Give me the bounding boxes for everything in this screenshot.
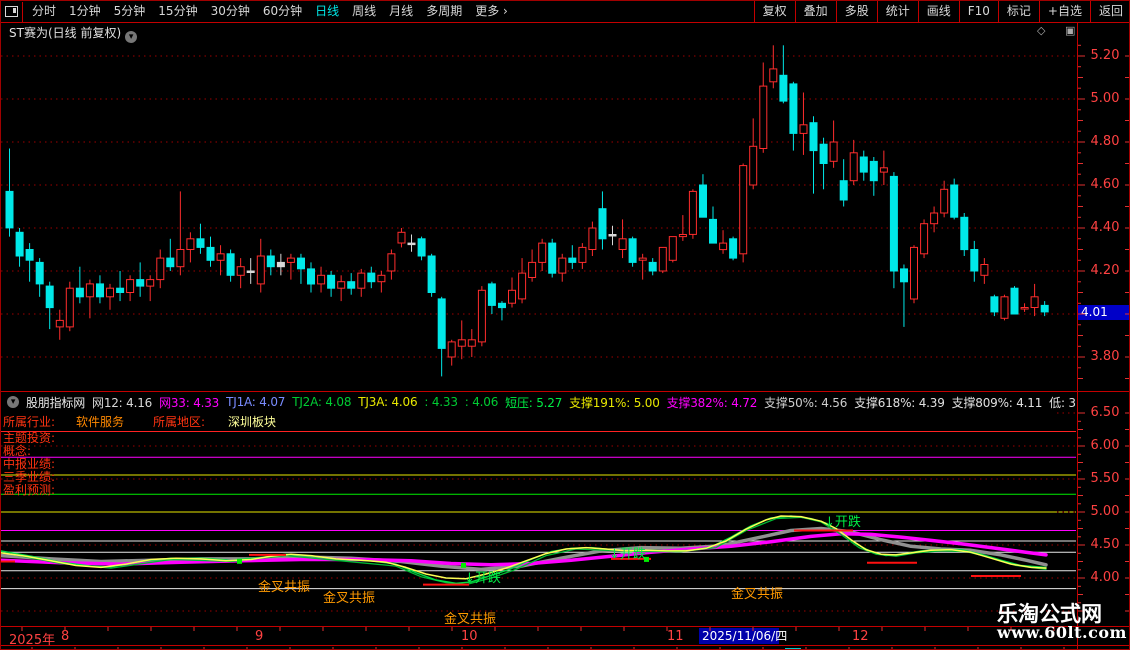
period-tab-更多 ›[interactable]: 更多 › [475,1,508,22]
indicator-value: 网33: 4.33 [159,394,219,411]
main-axis-label: 4.40 [1080,220,1130,236]
main-axis-label: 4.60 [1080,177,1130,193]
toolbar-button-统计[interactable]: 统计 [877,1,918,22]
indicator-value: 网12: 4.16 [92,394,152,411]
chart-annotation: 金叉共振 [444,611,496,626]
watermark: 乐淘公式网 www.60lt.com [997,603,1127,642]
toolbar-button-返回[interactable]: 返回 [1090,1,1130,22]
indicator-header[interactable]: ▾ 股朋指标网网12: 4.16 网33: 4.33 TJ1A: 4.07 TJ2A:… [1,393,1078,411]
industry-label: 所属行业: [3,413,55,430]
period-tab-1分钟[interactable]: 1分钟 [69,1,101,22]
indicator-value: 支撑50%: 4.56 [764,394,847,411]
chart-annotation: ↓开跌 [824,514,861,530]
indicator-value: : 4.06 [465,395,498,409]
indicator-value: 支撑191%: 5.00 [569,394,659,411]
indicator-axis-label: 6.00 [1080,438,1130,454]
trading-app-window: 分时 1分钟 5分钟 15分钟 30分钟 60分钟日线周线月线多周期更多 › 复权叠加多股… [0,0,1130,650]
period-tab-月线[interactable]: 月线 [389,1,413,22]
toolbar-button-F10[interactable]: F10 [959,1,998,22]
region-value[interactable]: 深圳板块 [228,413,276,430]
indicator-value: TJ3A: 4.06 [358,395,417,409]
indicator-value: 支撑382%: 4.72 [667,394,757,411]
period-tab-60分钟[interactable]: 60分钟 [263,1,302,22]
main-axis-label: 3.80 [1080,349,1130,365]
period-tab-15分钟[interactable]: 15分钟 [158,1,197,22]
chart-annotation: 金叉共振 [258,579,310,595]
toolbar-buttons: 复权叠加多股统计画线F10标记+自选返回 [754,1,1130,22]
watermark-site-name: 乐淘公式网 [997,603,1127,625]
date-label-12: 12 [852,629,869,644]
indicator-value: 短压: 5.27 [505,394,562,411]
chart-annotation: 金叉共振 [323,590,375,606]
period-toolbar: 分时 1分钟 5分钟 15分钟 30分钟 60分钟日线周线月线多周期更多 › 复权叠加多股… [1,1,1130,23]
fundamental-label: 盈利预测: [3,484,55,497]
indicator-value: TJ1A: 4.07 [226,395,285,409]
toolbar-button-标记[interactable]: 标记 [998,1,1039,22]
toolbar-button-+自选[interactable]: +自选 [1039,1,1090,22]
chart-annotation: ↓开跌 [609,546,646,562]
period-tab-日线[interactable]: 日线 [315,1,339,22]
indicator-axis-label: 5.00 [1080,504,1130,520]
indicator-value: TJ2A: 4.08 [292,395,351,409]
toolbar-button-叠加[interactable]: 叠加 [795,1,836,22]
indicator-collapse-icon[interactable]: ▾ [7,396,19,408]
date-axis[interactable]: 2025年 8 9 10 11 12 2025/11/06/四 [1,626,1130,646]
selected-date-box: 2025/11/06/四 [699,628,779,644]
indicator-axis-label: 6.50 [1080,405,1130,421]
chart-annotation: 金叉共振 [731,586,783,602]
indicator-value: 支撑809%: 4.11 [952,394,1042,411]
main-axis-label: 5.00 [1080,91,1130,107]
date-label-11: 11 [667,629,684,644]
chart-title-bar: ST赛为(日线 前复权)▾ ◇ ▣ [1,23,1130,40]
date-label-2025年: 2025年 [9,629,55,648]
period-tab-30分钟[interactable]: 30分钟 [211,1,250,22]
period-tab-分时[interactable]: 分时 [32,1,56,22]
indicator-value: 低: 3.84 [1049,394,1078,411]
period-tabs: 分时 1分钟 5分钟 15分钟 30分钟 60分钟日线周线月线多周期更多 › [23,1,754,22]
indicator-value: 支撑618%: 4.39 [854,394,944,411]
region-label: 所属地区: [153,413,205,430]
industry-value[interactable]: 软件服务 [76,413,124,430]
main-axis-label: 4.80 [1080,134,1130,150]
main-candlestick-chart[interactable] [1,41,1076,391]
date-label-9: 9 [255,629,263,644]
indicator-panel-chart[interactable]: 金叉共振金叉共振金叉共振金叉共振↓开跌↓开跌↓开跌 [1,413,1076,626]
toolbar-button-多股[interactable]: 多股 [836,1,877,22]
toolbar-button-复权[interactable]: 复权 [754,1,795,22]
chart-annotation: ↓开跌 [464,570,501,586]
indicator-axis-label: 4.50 [1080,537,1130,553]
indicator-axis-label: 5.50 [1080,471,1130,487]
indicator-value: : 4.33 [424,395,457,409]
indicator-axis-label: 4.00 [1080,570,1130,586]
last-price-tag: 4.01 [1078,305,1130,320]
period-tab-周线[interactable]: 周线 [352,1,376,22]
indicator-value: 股朋指标网 [26,394,85,411]
toolbar-button-画线[interactable]: 画线 [918,1,959,22]
chart-title-label: ST赛为(日线 前复权) [9,26,121,40]
period-tab-5分钟[interactable]: 5分钟 [114,1,146,22]
watermark-url: www.60lt.com [997,625,1127,642]
date-label-8: 8 [61,629,69,644]
layout-toggle-button[interactable] [1,2,23,22]
main-axis-label: 5.20 [1080,48,1130,64]
date-label-10: 10 [461,629,478,644]
title-right-icons[interactable]: ◇ ▣ [1037,24,1083,37]
main-axis-label: 4.20 [1080,263,1130,279]
split-view-icon [5,6,18,17]
period-tab-多周期[interactable]: 多周期 [426,1,462,22]
